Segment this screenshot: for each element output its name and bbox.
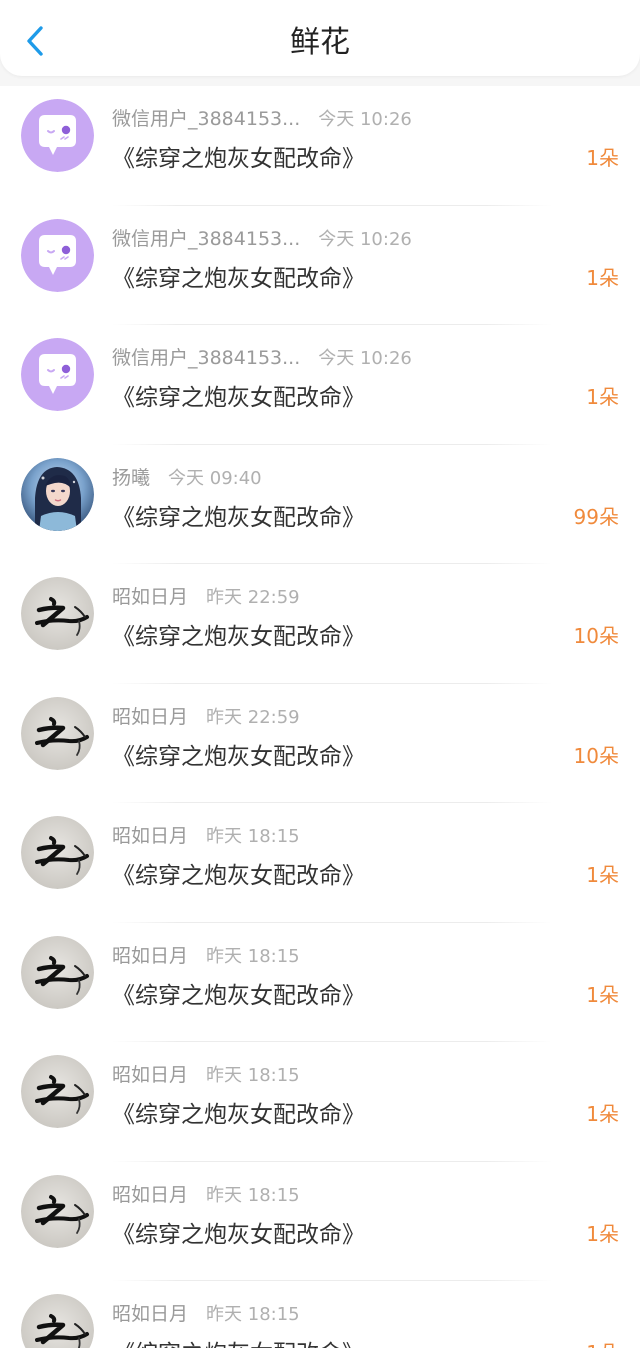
flower-count: 1朵 — [586, 863, 619, 887]
calligraphy-avatar[interactable] — [21, 577, 94, 650]
username: 昭如日月 — [112, 1183, 189, 1206]
record-meta: 微信用户_3884153... 今天 10:26 — [112, 106, 412, 132]
flower-record-item[interactable]: 微信用户_3884153... 今天 10:26 《综穿之炮灰女配改命》 1朵 — [0, 206, 640, 325]
record-meta: 昭如日月 昨天 18:15 — [112, 1301, 300, 1327]
flower-record-item[interactable]: 昭如日月昨天 18:15 《综穿之炮灰女配改命》 1朵 — [0, 1162, 640, 1281]
flower-count: 1朵 — [586, 982, 619, 1007]
calligraphy-avatar[interactable] — [21, 1174, 94, 1248]
wechat-avatar[interactable] — [21, 99, 94, 172]
flower-record-item[interactable]: 扬曦 今天 09:40 《综穿之炮灰女配改命》 99朵 — [0, 445, 640, 564]
book-title: 《综穿之炮灰女配改命》 — [112, 863, 365, 889]
calligraphy-avatar[interactable] — [21, 1055, 94, 1128]
book-title: 《综穿之炮灰女配改命》 — [112, 265, 365, 292]
username: 昭如日月 — [112, 825, 189, 847]
book-title: 《综穿之炮灰女配改命》 — [112, 743, 365, 770]
flower-count: 10朵 — [573, 743, 619, 768]
book-title: 《综穿之炮灰女配改命》 — [112, 385, 365, 411]
flower-record-item[interactable]: 昭如日月昨天 18:15 《综穿之炮灰女配改命》 1朵 — [0, 803, 640, 923]
book-title: 《综穿之炮灰女配改命》 — [112, 146, 365, 172]
username: 微信用户_3884153... — [112, 108, 301, 130]
flower-record-list: 微信用户_3884153... 今天 10:26 《综穿之炮灰女配改命》 1朵 微信用… — [0, 86, 640, 1348]
timestamp: 昨天 18:15 — [206, 826, 300, 847]
timestamp: 昨天 18:15 — [206, 1184, 300, 1206]
page-title: 鲜花 — [290, 25, 350, 60]
book-title: 《综穿之炮灰女配改命》 — [112, 1221, 365, 1248]
username: 昭如日月 — [112, 586, 189, 608]
timestamp: 昨天 22:59 — [206, 587, 300, 608]
flower-count: 1朵 — [586, 265, 619, 290]
record-meta: 昭如日月 昨天 18:15 — [112, 823, 300, 849]
record-meta: 扬曦 今天 09:40 — [112, 465, 262, 491]
username: 昭如日月 — [112, 1064, 189, 1086]
flower-record-item[interactable]: 昭如日月 昨天 22:59 《综穿之炮灰女配改命》 10朵 — [0, 564, 640, 684]
username: 昭如日月 — [112, 944, 189, 967]
username: 微信用户_3884153... — [112, 227, 301, 250]
flower-record-item[interactable]: 昭如日月昨天 18:15 《综穿之炮灰女配改命》 1朵 — [0, 923, 640, 1042]
timestamp: 今天 10:26 — [318, 228, 412, 250]
username: 微信用户_3884153... — [112, 347, 301, 369]
page: 鲜花 微信用户_3884153... 今天 10:26 《综穿之炮灰女配改命》 1朵 … — [0, 0, 640, 1348]
calligraphy-avatar[interactable] — [21, 816, 94, 889]
calligraphy-avatar[interactable] — [21, 1294, 94, 1348]
book-title: 《综穿之炮灰女配改命》 — [112, 1334, 365, 1348]
portrait-avatar[interactable] — [21, 457, 94, 531]
flower-count: 1朵 — [586, 1337, 619, 1348]
flower-record-item[interactable]: 昭如日月昨天 18:15 《综穿之炮灰女配改命》 1朵 — [0, 1042, 640, 1162]
calligraphy-avatar[interactable] — [21, 696, 94, 770]
timestamp: 昨天 18:15 — [206, 1065, 300, 1086]
timestamp: 昨天 18:15 — [206, 945, 300, 967]
header-bar: 鲜花 — [0, 0, 640, 86]
book-title: 《综穿之炮灰女配改命》 — [112, 504, 365, 531]
record-meta: 昭如日月 昨天 18:15 — [112, 1182, 300, 1208]
record-meta: 昭如日月 昨天 22:59 — [112, 584, 300, 610]
calligraphy-avatar[interactable] — [21, 935, 94, 1009]
username: 扬曦 — [112, 466, 151, 489]
flower-record-item[interactable]: 微信用户_3884153... 今天 10:26 《综穿之炮灰女配改命》 1朵 — [0, 86, 640, 206]
timestamp: 今天 10:26 — [318, 109, 412, 130]
flower-count: 10朵 — [573, 624, 619, 648]
username: 昭如日月 — [112, 705, 189, 728]
timestamp: 昨天 18:15 — [206, 1304, 300, 1325]
book-title: 《综穿之炮灰女配改命》 — [112, 624, 365, 650]
record-meta: 微信用户_3884153... 今天 10:26 — [112, 345, 412, 371]
wechat-avatar[interactable] — [21, 338, 94, 411]
timestamp: 今天 10:26 — [318, 348, 412, 369]
flower-count: 1朵 — [586, 385, 619, 409]
flower-count: 1朵 — [586, 146, 619, 170]
flower-count: 1朵 — [586, 1102, 619, 1126]
record-meta: 昭如日月 昨天 18:15 — [112, 1062, 300, 1088]
timestamp: 今天 09:40 — [168, 467, 262, 489]
record-meta: 微信用户_3884153... 今天 10:26 — [112, 226, 412, 252]
flower-count: 1朵 — [586, 1221, 619, 1246]
book-title: 《综穿之炮灰女配改命》 — [112, 982, 365, 1009]
timestamp: 昨天 22:59 — [206, 706, 300, 728]
flower-record-item[interactable]: 微信用户_3884153... 今天 10:26 《综穿之炮灰女配改命》 1朵 — [0, 325, 640, 445]
flower-record-item[interactable]: 昭如日月昨天 18:15 《综穿之炮灰女配改命》 1朵 — [0, 1281, 640, 1348]
flower-record-item[interactable]: 昭如日月 昨天 22:59 《综穿之炮灰女配改命》 10朵 — [0, 684, 640, 803]
username: 昭如日月 — [112, 1303, 189, 1325]
record-meta: 昭如日月 昨天 18:15 — [112, 943, 300, 969]
book-title: 《综穿之炮灰女配改命》 — [112, 1102, 365, 1128]
flower-count: 99朵 — [573, 504, 619, 529]
wechat-avatar[interactable] — [21, 218, 94, 292]
record-meta: 昭如日月 昨天 22:59 — [112, 704, 300, 730]
